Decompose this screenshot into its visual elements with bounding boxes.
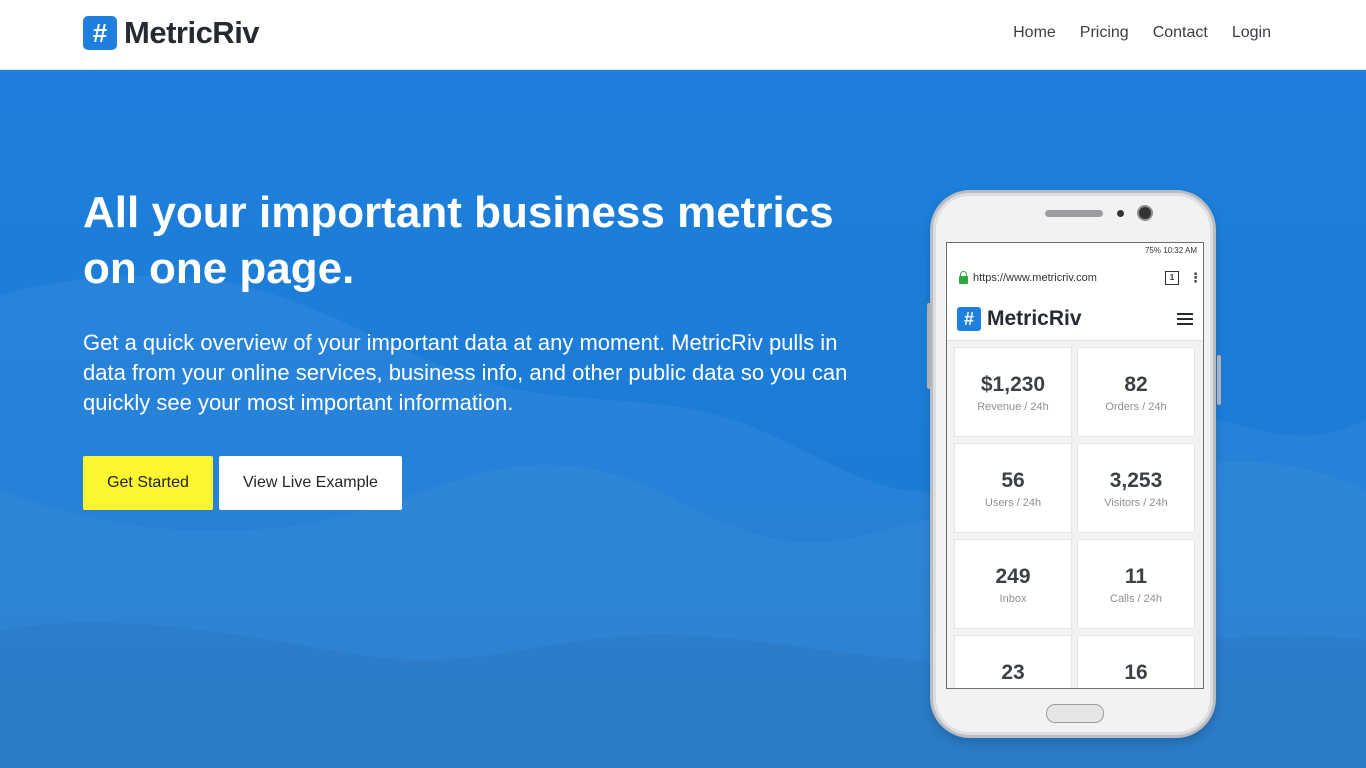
- nav-home-link[interactable]: Home: [1013, 22, 1056, 44]
- phone-speaker: [1045, 210, 1103, 217]
- phone-home-button: [1046, 704, 1104, 723]
- get-started-button[interactable]: Get Started: [83, 456, 213, 510]
- logo[interactable]: # MetricRiv: [83, 15, 260, 50]
- metric-value: 16: [1124, 661, 1148, 684]
- metric-value: $1,230: [980, 373, 1046, 396]
- metric-label: Revenue / 24h: [977, 401, 1049, 413]
- metric-label: Inbox: [999, 593, 1027, 605]
- metric-card[interactable]: 249 Inbox: [954, 539, 1072, 629]
- metric-label: Orders / 24h: [1105, 401, 1167, 413]
- phone-screen: 75% 10:32 AM https://www.metricriv.com 1…: [946, 242, 1204, 689]
- tabs-icon[interactable]: 1: [1165, 271, 1179, 285]
- hero-section: All your important business metrics on o…: [0, 70, 1366, 768]
- metric-value: 56: [1001, 469, 1025, 492]
- more-vertical-icon[interactable]: ⋮: [1189, 270, 1202, 286]
- metric-card[interactable]: 3,253 Visitors / 24h: [1077, 443, 1195, 533]
- phone-sensor: [1117, 210, 1124, 217]
- hero-subtitle: Get a quick overview of your important d…: [83, 330, 848, 415]
- hash-icon: #: [957, 306, 981, 331]
- hash-icon: #: [83, 16, 117, 50]
- metric-value: 23: [1001, 661, 1025, 684]
- phone-mockup: 75% 10:32 AM https://www.metricriv.com 1…: [927, 190, 1221, 738]
- app-title: MetricRiv: [987, 306, 1082, 330]
- metric-card[interactable]: 82 Orders / 24h: [1077, 347, 1195, 437]
- hero-title: All your important business metrics on o…: [83, 188, 834, 293]
- metric-label: Users / 24h: [984, 497, 1042, 509]
- metric-card[interactable]: 56 Users / 24h: [954, 443, 1072, 533]
- metric-value: 11: [1124, 565, 1148, 588]
- phone-volume-button: [927, 303, 931, 389]
- metric-value: 82: [1124, 373, 1148, 396]
- metric-value: 3,253: [1109, 469, 1163, 492]
- metric-label: Calls / 24h: [1110, 593, 1162, 605]
- nav-login-link[interactable]: Login: [1232, 22, 1271, 44]
- metric-card[interactable]: $1,230 Revenue / 24h: [954, 347, 1072, 437]
- site-header: # MetricRiv Home Pricing Contact Login: [0, 0, 1366, 70]
- metrics-grid: $1,230 Revenue / 24h 82 Orders / 24h 56 …: [947, 341, 1203, 688]
- app-header: # MetricRiv: [947, 297, 1203, 341]
- metric-value: 249: [995, 565, 1031, 588]
- metric-card[interactable]: 23: [954, 635, 1072, 688]
- lock-icon: [959, 271, 968, 284]
- metric-label: Visitors / 24h: [1104, 497, 1168, 509]
- view-live-example-button[interactable]: View Live Example: [219, 456, 402, 510]
- browser-url-bar[interactable]: https://www.metricriv.com 1 ⋮: [947, 259, 1203, 297]
- nav-contact-link[interactable]: Contact: [1153, 22, 1208, 44]
- phone-power-button: [1217, 355, 1221, 405]
- brand-name: MetricRiv: [124, 15, 260, 50]
- metric-card[interactable]: 16: [1077, 635, 1195, 688]
- main-nav: Home Pricing Contact Login: [989, 22, 1271, 44]
- metric-card[interactable]: 11 Calls / 24h: [1077, 539, 1195, 629]
- browser-url[interactable]: https://www.metricriv.com: [973, 272, 1165, 284]
- phone-status-bar: 75% 10:32 AM: [1144, 246, 1197, 255]
- phone-camera-icon: [1139, 207, 1151, 219]
- nav-pricing-link[interactable]: Pricing: [1080, 22, 1129, 44]
- hamburger-menu-icon[interactable]: [1177, 313, 1193, 325]
